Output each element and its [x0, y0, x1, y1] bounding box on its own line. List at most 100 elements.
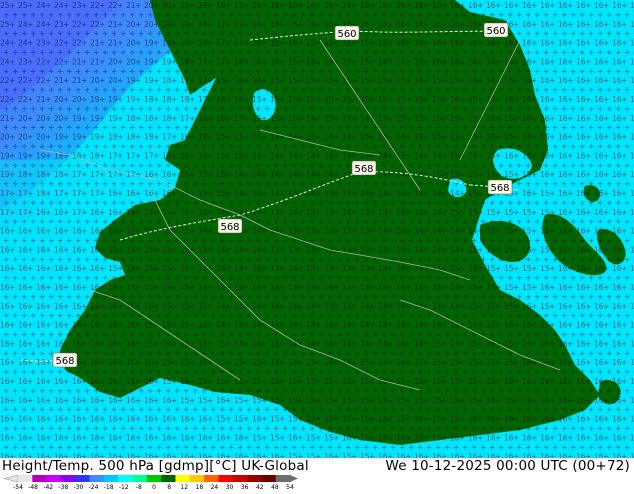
grid-value: +	[156, 161, 162, 170]
grid-value: +	[489, 198, 495, 207]
grid-value: +	[111, 29, 117, 38]
grid-value: +	[219, 29, 225, 38]
grid-value: +	[534, 255, 540, 264]
grid-value: +	[183, 330, 189, 339]
grid-value: +	[201, 368, 207, 377]
grid-value: +	[489, 424, 495, 433]
grid-value: +	[66, 311, 72, 320]
grid-value: +	[246, 180, 252, 189]
grid-value: +	[462, 386, 468, 395]
grid-value: +	[300, 330, 306, 339]
grid-value: +	[192, 67, 198, 76]
grid-value: +	[345, 368, 351, 377]
scale-tick-label: -24	[89, 484, 99, 490]
grid-value: +	[117, 302, 123, 311]
grid-value: +	[264, 161, 270, 170]
grid-value: +	[477, 189, 483, 198]
grid-value: +	[12, 104, 18, 113]
grid-value: +	[462, 123, 468, 132]
grid-value: +	[3, 180, 9, 189]
grid-value: +	[336, 198, 342, 207]
grid-value: +	[39, 180, 45, 189]
grid-value: +	[453, 236, 459, 245]
grid-value: +	[513, 189, 519, 198]
grid-value: +	[279, 264, 285, 273]
grid-value: +	[585, 321, 591, 330]
grid-value: +	[153, 20, 159, 29]
grid-value: +	[183, 424, 189, 433]
grid-value: +	[99, 76, 105, 85]
grid-value: +	[135, 321, 141, 330]
grid-value: +	[153, 302, 159, 311]
grid-value: +	[354, 292, 360, 301]
grid-value: +	[111, 405, 117, 414]
grid-value: +	[174, 67, 180, 76]
grid-value: +	[129, 123, 135, 132]
grid-value: +	[423, 358, 429, 367]
grid-value: +	[315, 283, 321, 292]
grid-value: +	[354, 67, 360, 76]
grid-value: +	[171, 95, 177, 104]
product-title: Height/Temp. 500 hPa [gdmp][°C] UK-Globa…	[2, 458, 309, 474]
grid-value: +	[48, 104, 54, 113]
grid-value: +	[3, 67, 9, 76]
grid-value: +	[156, 104, 162, 113]
grid-value: 16	[630, 76, 634, 85]
grid-value: +	[120, 142, 126, 151]
grid-value: +	[147, 255, 153, 264]
grid-value: +	[498, 292, 504, 301]
grid-value: +	[444, 123, 450, 132]
grid-value: +	[615, 104, 621, 113]
grid-value: +	[435, 67, 441, 76]
grid-value: +	[549, 114, 555, 123]
grid-value: +	[363, 386, 369, 395]
grid-value: +	[423, 151, 429, 160]
grid-value: +	[354, 180, 360, 189]
grid-value: +	[408, 29, 414, 38]
grid-value: +	[624, 29, 630, 38]
grid-value: +	[405, 95, 411, 104]
grid-value: +	[120, 48, 126, 57]
grid-value: +	[297, 415, 303, 424]
grid-value: +	[417, 311, 423, 320]
grid-value: +	[372, 330, 378, 339]
grid-value: +	[147, 48, 153, 57]
grid-value: +	[273, 236, 279, 245]
grid-value: +	[45, 264, 51, 273]
grid-value: +	[207, 1, 213, 10]
grid-value: +	[603, 76, 609, 85]
grid-value: +	[597, 104, 603, 113]
grid-value: +	[417, 86, 423, 95]
grid-value: +	[102, 386, 108, 395]
grid-value: +	[603, 57, 609, 66]
grid-value: +	[81, 95, 87, 104]
grid-value: +	[291, 368, 297, 377]
grid-value: +	[405, 189, 411, 198]
grid-value: +	[156, 217, 162, 226]
grid-value: +	[441, 227, 447, 236]
grid-value: +	[354, 443, 360, 452]
grid-value: +	[369, 189, 375, 198]
grid-value: +	[423, 189, 429, 198]
grid-value: +	[327, 10, 333, 19]
grid-value: +	[75, 48, 81, 57]
grid-value: +	[570, 349, 576, 358]
grid-value: +	[498, 349, 504, 358]
grid-value: +	[552, 104, 558, 113]
grid-value: +	[615, 48, 621, 57]
grid-value: +	[387, 415, 393, 424]
grid-value: +	[84, 330, 90, 339]
grid-value: +	[597, 330, 603, 339]
grid-value: +	[261, 133, 267, 142]
grid-value: +	[48, 198, 54, 207]
grid-value: +	[570, 142, 576, 151]
grid-value: +	[417, 424, 423, 433]
grid-value: +	[39, 424, 45, 433]
grid-value: +	[345, 443, 351, 452]
grid-value: +	[543, 161, 549, 170]
grid-value: +	[75, 104, 81, 113]
grid-value: +	[237, 29, 243, 38]
grid-value: +	[327, 405, 333, 414]
grid-value: +	[621, 396, 627, 405]
grid-value: +	[579, 330, 585, 339]
